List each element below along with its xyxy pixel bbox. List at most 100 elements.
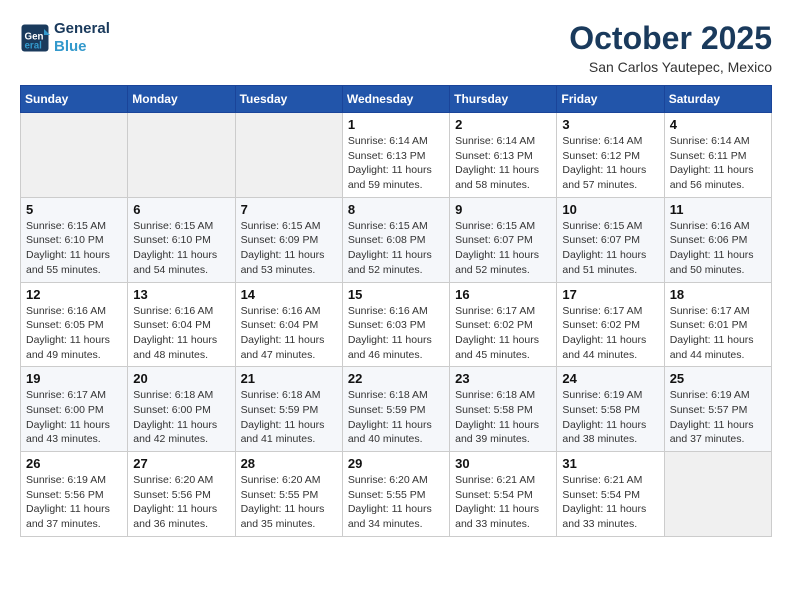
day-info: Sunrise: 6:14 AM Sunset: 6:11 PM Dayligh… — [670, 134, 766, 193]
calendar-cell — [21, 113, 128, 198]
calendar-cell: 28 Sunrise: 6:20 AM Sunset: 5:55 PM Dayli… — [235, 452, 342, 537]
day-number: 19 — [26, 371, 122, 386]
weekday-header-row: SundayMondayTuesdayWednesdayThursdayFrid… — [21, 86, 772, 113]
logo: Gen eral General Blue — [20, 20, 110, 56]
day-info: Sunrise: 6:17 AM Sunset: 6:02 PM Dayligh… — [455, 304, 551, 363]
calendar-cell: 2 Sunrise: 6:14 AM Sunset: 6:13 PM Daylig… — [450, 113, 557, 198]
day-number: 27 — [133, 456, 229, 471]
calendar-cell: 4Sunrise: 6:14 AM Sunset: 6:11 PM Daylig… — [664, 113, 771, 198]
day-info: Sunrise: 6:16 AM Sunset: 6:05 PM Dayligh… — [26, 304, 122, 363]
calendar-week-row: 12 Sunrise: 6:16 AM Sunset: 6:05 PM Dayli… — [21, 282, 772, 367]
calendar-cell: 18 Sunrise: 6:17 AM Sunset: 6:01 PM Dayli… — [664, 282, 771, 367]
calendar-cell: 8 Sunrise: 6:15 AM Sunset: 6:08 PM Daylig… — [342, 197, 449, 282]
svg-text:eral: eral — [25, 41, 43, 52]
calendar-cell: 13 Sunrise: 6:16 AM Sunset: 6:04 PM Dayli… — [128, 282, 235, 367]
day-info: Sunrise: 6:19 AM Sunset: 5:56 PM Dayligh… — [26, 473, 122, 532]
calendar-cell: 27 Sunrise: 6:20 AM Sunset: 5:56 PM Dayli… — [128, 452, 235, 537]
day-info: Sunrise: 6:15 AM Sunset: 6:07 PM Dayligh… — [455, 219, 551, 278]
weekday-header-friday: Friday — [557, 86, 664, 113]
day-info: Sunrise: 6:16 AM Sunset: 6:03 PM Dayligh… — [348, 304, 444, 363]
day-number: 30 — [455, 456, 551, 471]
day-number: 26 — [26, 456, 122, 471]
weekday-header-saturday: Saturday — [664, 86, 771, 113]
day-number: 1 — [348, 117, 444, 132]
calendar-cell: 26 Sunrise: 6:19 AM Sunset: 5:56 PM Dayli… — [21, 452, 128, 537]
logo-text-blue: Blue — [54, 38, 110, 56]
calendar-cell: 17 Sunrise: 6:17 AM Sunset: 6:02 PM Dayli… — [557, 282, 664, 367]
weekday-header-thursday: Thursday — [450, 86, 557, 113]
calendar-week-row: 19 Sunrise: 6:17 AM Sunset: 6:00 PM Dayli… — [21, 367, 772, 452]
day-number: 18 — [670, 287, 766, 302]
day-info: Sunrise: 6:14 AM Sunset: 6:12 PM Dayligh… — [562, 134, 658, 193]
day-number: 28 — [241, 456, 337, 471]
logo-text-general: General — [54, 20, 110, 38]
calendar-cell — [128, 113, 235, 198]
page-header: Gen eral General Blue October 2025 San C… — [20, 20, 772, 75]
day-number: 21 — [241, 371, 337, 386]
calendar-cell: 11Sunrise: 6:16 AM Sunset: 6:06 PM Dayli… — [664, 197, 771, 282]
day-info: Sunrise: 6:21 AM Sunset: 5:54 PM Dayligh… — [455, 473, 551, 532]
day-info: Sunrise: 6:15 AM Sunset: 6:10 PM Dayligh… — [26, 219, 122, 278]
title-block: October 2025 San Carlos Yautepec, Mexico — [569, 20, 772, 75]
calendar-cell: 23 Sunrise: 6:18 AM Sunset: 5:58 PM Dayli… — [450, 367, 557, 452]
day-number: 7 — [241, 202, 337, 217]
day-number: 9 — [455, 202, 551, 217]
calendar-week-row: 1 Sunrise: 6:14 AM Sunset: 6:13 PM Daylig… — [21, 113, 772, 198]
calendar-table: SundayMondayTuesdayWednesdayThursdayFrid… — [20, 85, 772, 537]
calendar-body: 1 Sunrise: 6:14 AM Sunset: 6:13 PM Daylig… — [21, 113, 772, 537]
day-number: 24 — [562, 371, 658, 386]
weekday-header-sunday: Sunday — [21, 86, 128, 113]
calendar-cell: 22 Sunrise: 6:18 AM Sunset: 5:59 PM Dayli… — [342, 367, 449, 452]
day-info: Sunrise: 6:21 AM Sunset: 5:54 PM Dayligh… — [562, 473, 658, 532]
day-info: Sunrise: 6:15 AM Sunset: 6:08 PM Dayligh… — [348, 219, 444, 278]
calendar-cell: 24 Sunrise: 6:19 AM Sunset: 5:58 PM Dayli… — [557, 367, 664, 452]
day-info: Sunrise: 6:18 AM Sunset: 6:00 PM Dayligh… — [133, 388, 229, 447]
day-number: 6 — [133, 202, 229, 217]
day-info: Sunrise: 6:14 AM Sunset: 6:13 PM Dayligh… — [455, 134, 551, 193]
day-number: 17 — [562, 287, 658, 302]
day-info: Sunrise: 6:18 AM Sunset: 5:58 PM Dayligh… — [455, 388, 551, 447]
logo-icon: Gen eral — [20, 23, 50, 53]
location-subtitle: San Carlos Yautepec, Mexico — [569, 59, 772, 75]
day-number: 31 — [562, 456, 658, 471]
day-number: 11 — [670, 202, 766, 217]
calendar-cell: 16 Sunrise: 6:17 AM Sunset: 6:02 PM Dayli… — [450, 282, 557, 367]
day-info: Sunrise: 6:20 AM Sunset: 5:55 PM Dayligh… — [348, 473, 444, 532]
day-number: 16 — [455, 287, 551, 302]
calendar-cell: 31 Sunrise: 6:21 AM Sunset: 5:54 PM Dayli… — [557, 452, 664, 537]
day-info: Sunrise: 6:18 AM Sunset: 5:59 PM Dayligh… — [348, 388, 444, 447]
calendar-header: SundayMondayTuesdayWednesdayThursdayFrid… — [21, 86, 772, 113]
day-number: 8 — [348, 202, 444, 217]
calendar-cell: 19 Sunrise: 6:17 AM Sunset: 6:00 PM Dayli… — [21, 367, 128, 452]
day-info: Sunrise: 6:17 AM Sunset: 6:01 PM Dayligh… — [670, 304, 766, 363]
day-info: Sunrise: 6:17 AM Sunset: 6:02 PM Dayligh… — [562, 304, 658, 363]
day-number: 5 — [26, 202, 122, 217]
day-number: 10 — [562, 202, 658, 217]
weekday-header-wednesday: Wednesday — [342, 86, 449, 113]
day-info: Sunrise: 6:19 AM Sunset: 5:58 PM Dayligh… — [562, 388, 658, 447]
day-number: 2 — [455, 117, 551, 132]
day-number: 25 — [670, 371, 766, 386]
day-info: Sunrise: 6:15 AM Sunset: 6:07 PM Dayligh… — [562, 219, 658, 278]
day-number: 15 — [348, 287, 444, 302]
month-title: October 2025 — [569, 20, 772, 57]
calendar-cell: 21 Sunrise: 6:18 AM Sunset: 5:59 PM Dayli… — [235, 367, 342, 452]
calendar-cell: 12 Sunrise: 6:16 AM Sunset: 6:05 PM Dayli… — [21, 282, 128, 367]
calendar-cell: 20Sunrise: 6:18 AM Sunset: 6:00 PM Dayli… — [128, 367, 235, 452]
day-number: 22 — [348, 371, 444, 386]
day-number: 13 — [133, 287, 229, 302]
day-info: Sunrise: 6:20 AM Sunset: 5:55 PM Dayligh… — [241, 473, 337, 532]
day-info: Sunrise: 6:16 AM Sunset: 6:04 PM Dayligh… — [133, 304, 229, 363]
calendar-cell: 7Sunrise: 6:15 AM Sunset: 6:09 PM Daylig… — [235, 197, 342, 282]
calendar-week-row: 5 Sunrise: 6:15 AM Sunset: 6:10 PM Daylig… — [21, 197, 772, 282]
day-info: Sunrise: 6:18 AM Sunset: 5:59 PM Dayligh… — [241, 388, 337, 447]
calendar-cell: 1 Sunrise: 6:14 AM Sunset: 6:13 PM Daylig… — [342, 113, 449, 198]
day-info: Sunrise: 6:17 AM Sunset: 6:00 PM Dayligh… — [26, 388, 122, 447]
day-info: Sunrise: 6:20 AM Sunset: 5:56 PM Dayligh… — [133, 473, 229, 532]
weekday-header-monday: Monday — [128, 86, 235, 113]
day-number: 12 — [26, 287, 122, 302]
day-info: Sunrise: 6:14 AM Sunset: 6:13 PM Dayligh… — [348, 134, 444, 193]
calendar-cell: 15 Sunrise: 6:16 AM Sunset: 6:03 PM Dayli… — [342, 282, 449, 367]
calendar-cell: 6Sunrise: 6:15 AM Sunset: 6:10 PM Daylig… — [128, 197, 235, 282]
day-number: 23 — [455, 371, 551, 386]
